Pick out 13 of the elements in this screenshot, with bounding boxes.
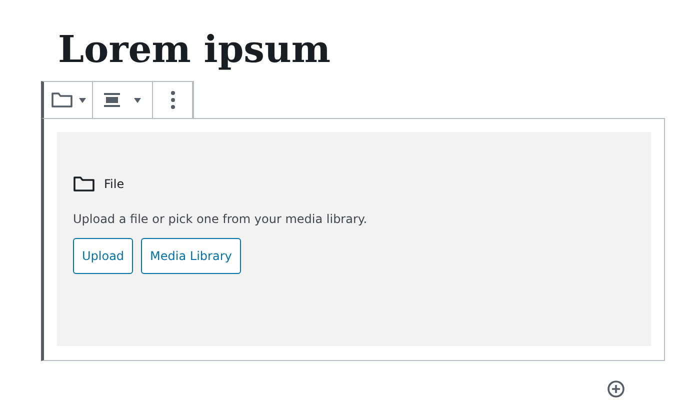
media-library-button[interactable]: Media Library xyxy=(141,238,241,274)
upload-button[interactable]: Upload xyxy=(73,238,134,274)
add-block-button[interactable] xyxy=(607,380,625,398)
block-label: File xyxy=(104,177,124,191)
more-vertical-icon xyxy=(170,91,174,109)
post-title: Lorem ipsum xyxy=(58,26,332,72)
plus-circle-icon xyxy=(607,380,625,398)
caret-icon xyxy=(134,98,141,102)
folder-icon xyxy=(50,92,72,108)
instructions: Upload a file or pick one from your media library. xyxy=(73,212,368,226)
folder-icon xyxy=(73,176,95,192)
align-center-icon xyxy=(104,93,120,107)
caret-icon xyxy=(78,98,86,102)
